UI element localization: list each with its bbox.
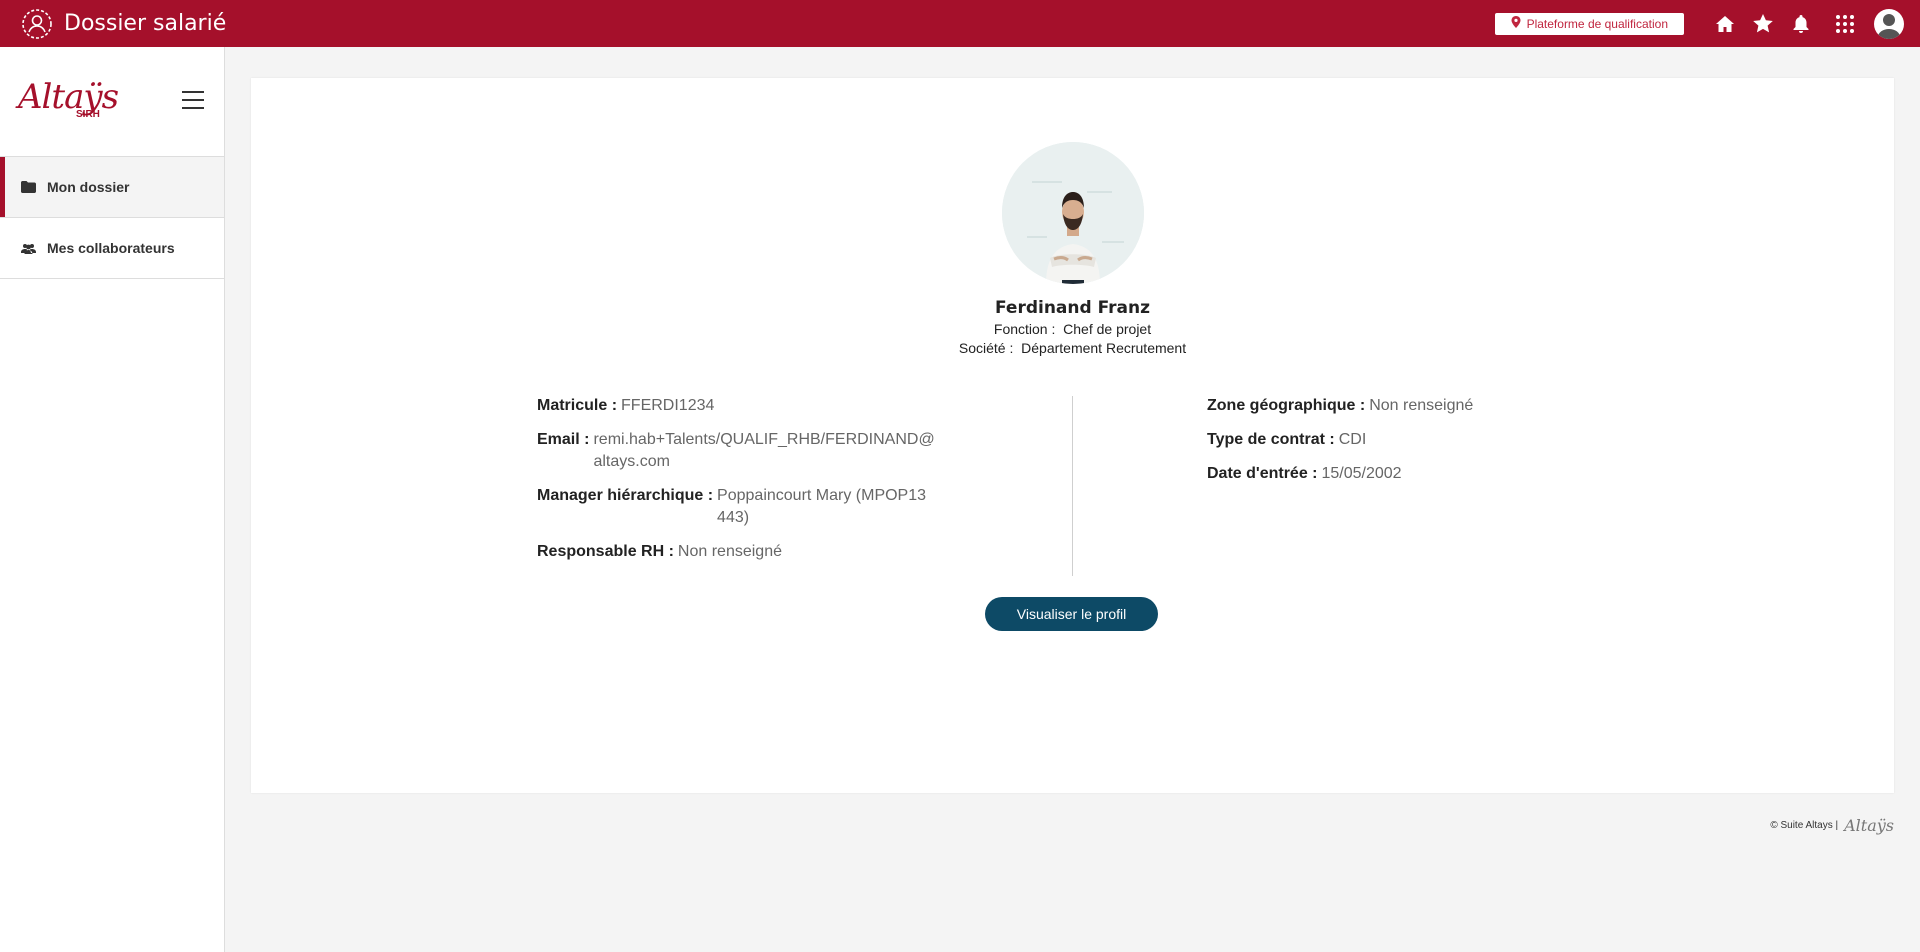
field-value: remi.hab+Talents/QUALIF_RHB/FERDINAND@al…	[593, 431, 935, 470]
platform-badge[interactable]: Plateforme de qualification	[1494, 12, 1684, 35]
field-label: Zone géographique :	[1207, 397, 1366, 414]
altays-logo: Altaÿs	[18, 77, 119, 117]
field-value: 15/05/2002	[1321, 465, 1402, 482]
function-value: Chef de projet	[1063, 321, 1152, 337]
field-value: Non renseigné	[1369, 397, 1474, 414]
field-label: Email :	[537, 431, 590, 448]
footer-logo: Altaÿs	[1844, 816, 1894, 835]
apps-grid-icon[interactable]	[1830, 9, 1860, 39]
sidebar-item-label: Mon dossier	[47, 179, 130, 195]
sidebar-item-mes-collaborateurs[interactable]: Mes collaborateurs	[0, 218, 224, 279]
platform-label: Plateforme de qualification	[1526, 16, 1668, 31]
field-matricule: Matricule : FFERDI1234	[537, 395, 957, 417]
field-zone-geographique: Zone géographique : Non renseigné	[1207, 395, 1627, 417]
employee-photo	[1002, 142, 1144, 284]
page-title: Dossier salarié	[64, 11, 227, 36]
sidebar-item-mon-dossier[interactable]: Mon dossier	[0, 157, 224, 218]
company-label: Société :	[958, 340, 1014, 356]
folder-icon	[20, 180, 36, 194]
employee-function: Fonction : Chef de projet	[251, 321, 1894, 337]
sidebar: Altaÿs SIRH Mon dossier Mes collaborateu…	[0, 47, 225, 952]
bell-icon[interactable]	[1786, 9, 1816, 39]
logo-subtitle: SIRH	[76, 109, 100, 120]
info-column-left: Matricule : FFERDI1234 Email : remi.hab+…	[537, 395, 957, 575]
info-column-right: Zone géographique : Non renseigné Type d…	[1207, 395, 1627, 497]
company-value: Département Recrutement	[1021, 340, 1187, 356]
menu-toggle-icon[interactable]	[182, 91, 204, 109]
field-label: Responsable RH :	[537, 543, 674, 560]
sidebar-brand: Altaÿs SIRH	[0, 47, 224, 157]
field-value: CDI	[1338, 431, 1367, 448]
footer-text: © Suite Altays |	[1770, 820, 1839, 831]
field-value: Non renseigné	[677, 543, 782, 560]
field-type-contrat: Type de contrat : CDI	[1207, 429, 1627, 451]
field-label: Matricule :	[537, 397, 618, 414]
employee-card: Ferdinand Franz Fonction : Chef de proje…	[251, 78, 1894, 793]
employee-name: Ferdinand Franz	[995, 298, 1150, 318]
view-profile-button[interactable]: Visualiser le profil	[985, 597, 1158, 631]
user-circle-icon	[20, 7, 54, 41]
field-label: Manager hiérarchique :	[537, 487, 714, 504]
home-icon[interactable]	[1710, 9, 1740, 39]
map-pin-icon	[1511, 16, 1521, 31]
field-value: Poppaincourt Mary (MPOP13443)	[717, 487, 927, 526]
users-icon	[20, 241, 36, 255]
field-value: FFERDI1234	[621, 397, 715, 414]
function-label: Fonction :	[993, 321, 1056, 337]
star-icon[interactable]	[1748, 9, 1778, 39]
field-manager: Manager hiérarchique : Poppaincourt Mary…	[537, 485, 957, 529]
field-label: Date d'entrée :	[1207, 465, 1318, 482]
field-responsable-rh: Responsable RH : Non renseigné	[537, 541, 957, 563]
account-avatar-icon[interactable]	[1874, 8, 1904, 39]
employee-company: Société : Département Recrutement	[251, 340, 1894, 356]
field-label: Type de contrat :	[1207, 431, 1335, 448]
top-bar: Dossier salarié Plateforme de qualificat…	[0, 0, 1920, 47]
footer: © Suite Altays | Altaÿs	[1770, 816, 1894, 835]
field-date-entree: Date d'entrée : 15/05/2002	[1207, 463, 1627, 485]
field-email: Email : remi.hab+Talents/QUALIF_RHB/FERD…	[537, 429, 957, 473]
sidebar-item-label: Mes collaborateurs	[47, 240, 175, 256]
column-divider	[1072, 396, 1073, 576]
